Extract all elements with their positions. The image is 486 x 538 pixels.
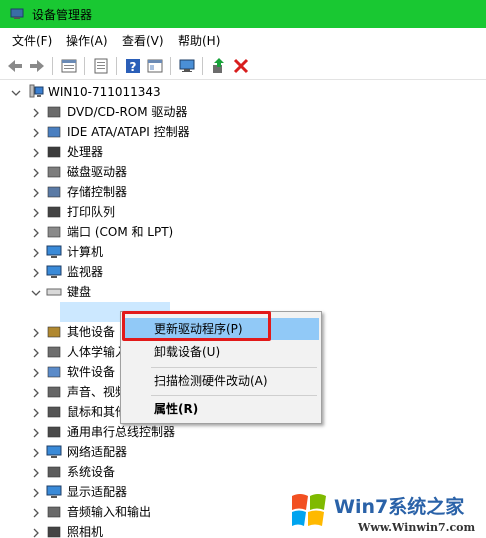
tree-category-label[interactable]: IDE ATA/ATAPI 控制器 [67, 122, 190, 142]
chevron-right-icon[interactable] [31, 468, 41, 478]
chevron-right-icon[interactable] [31, 148, 41, 158]
tree-category-label[interactable]: 音频输入和输出 [67, 502, 151, 522]
display-adapter-icon [46, 485, 62, 498]
chevron-right-icon[interactable] [31, 108, 41, 118]
tree-root-label: WIN10-711011343 [48, 85, 161, 99]
watermark-brand: Win7系统之家 [334, 495, 465, 518]
chevron-right-icon[interactable] [31, 188, 41, 198]
toolbar-separator [84, 57, 85, 75]
software-device-icon [47, 366, 61, 378]
back-arrow-icon[interactable] [6, 57, 24, 75]
other-devices-icon [47, 326, 61, 338]
network-icon [46, 445, 62, 458]
toolbar-separator [52, 57, 53, 75]
document-icon[interactable] [92, 57, 110, 75]
menu-file[interactable]: 文件(F) [12, 32, 52, 49]
chevron-right-icon[interactable] [31, 128, 41, 138]
toolbar-separator [170, 57, 171, 75]
chevron-right-icon[interactable] [31, 228, 41, 238]
computer-icon [46, 245, 62, 258]
usb-icon [47, 426, 61, 438]
chevron-right-icon[interactable] [31, 428, 41, 438]
tree-category-label[interactable]: 其他设备 [67, 322, 115, 342]
tree-category-label[interactable]: DVD/CD-ROM 驱动器 [67, 102, 187, 122]
update-driver-icon[interactable] [210, 57, 228, 75]
chevron-right-icon[interactable] [31, 528, 41, 538]
watermark-logo: Win7系统之家 Www.Winwin7.com [286, 486, 486, 538]
chevron-right-icon[interactable] [31, 248, 41, 258]
windows-flag-icon: Win7系统之家 Www.Winwin7.com [292, 494, 476, 534]
menu-bar: 文件(F) 操作(A) 查看(V) 帮助(H) [0, 28, 486, 52]
disk-drive-icon [47, 166, 61, 178]
scan-hardware-icon[interactable] [178, 57, 196, 75]
properties-icon[interactable] [60, 57, 78, 75]
chevron-right-icon[interactable] [31, 488, 41, 498]
system-device-icon [47, 466, 61, 478]
tree-category-label[interactable]: 处理器 [67, 142, 103, 162]
tree-category-label[interactable]: 磁盘驱动器 [67, 162, 127, 182]
menu-item-scan-hardware[interactable]: 扫描检测硬件改动(A) [123, 370, 319, 392]
forward-arrow-icon[interactable] [28, 57, 46, 75]
svg-text:?: ? [130, 60, 137, 74]
tree-category-label[interactable]: 系统设备 [67, 462, 115, 482]
tree-category-label[interactable]: 计算机 [67, 242, 103, 262]
mouse-icon [47, 406, 61, 418]
chevron-right-icon[interactable] [31, 328, 41, 338]
menu-help[interactable]: 帮助(H) [178, 32, 220, 49]
ide-controller-icon [47, 126, 61, 138]
chevron-right-icon[interactable] [31, 388, 41, 398]
computer-root-icon [29, 84, 44, 98]
tree-category-label[interactable]: 存储控制器 [67, 182, 127, 202]
menu-view[interactable]: 查看(V) [122, 32, 164, 49]
chevron-down-icon[interactable] [31, 288, 41, 298]
monitor-icon [46, 265, 62, 278]
hid-icon [47, 346, 61, 358]
chevron-right-icon[interactable] [31, 348, 41, 358]
storage-controller-icon [47, 186, 61, 198]
audio-io-icon [47, 506, 61, 518]
view-pane-icon[interactable] [146, 57, 164, 75]
tree-category-label[interactable]: 网络适配器 [67, 442, 127, 462]
camera-icon [47, 526, 61, 538]
audio-icon [47, 386, 61, 398]
toolbar: ? [0, 52, 486, 80]
tree-category-label[interactable]: 键盘 [67, 282, 91, 302]
chevron-right-icon[interactable] [31, 448, 41, 458]
chevron-right-icon[interactable] [31, 208, 41, 218]
tree-category-label[interactable]: 端口 (COM 和 LPT) [67, 222, 173, 242]
chevron-right-icon[interactable] [31, 508, 41, 518]
dvd-drive-icon [47, 106, 61, 118]
tree-category-label[interactable]: 照相机 [67, 522, 103, 538]
chevron-right-icon[interactable] [31, 368, 41, 378]
menu-separator [151, 367, 317, 368]
chevron-right-icon[interactable] [31, 268, 41, 278]
menu-item-uninstall-device[interactable]: 卸载设备(U) [123, 341, 319, 363]
chevron-down-icon[interactable] [11, 88, 21, 98]
menu-item-properties[interactable]: 属性(R) [123, 398, 319, 420]
window-title: 设备管理器 [32, 8, 93, 22]
title-bar: 设备管理器 [0, 0, 486, 28]
highlight-annotation-box [122, 311, 271, 341]
watermark-url: Www.Winwin7.com [357, 521, 476, 534]
chevron-right-icon[interactable] [31, 408, 41, 418]
toolbar-separator [202, 57, 203, 75]
menu-separator [151, 395, 317, 396]
printer-icon [47, 206, 61, 218]
processor-icon [47, 146, 61, 158]
uninstall-icon[interactable] [232, 57, 250, 75]
chevron-right-icon[interactable] [31, 168, 41, 178]
tree-category-label[interactable]: 监视器 [67, 262, 103, 282]
device-manager-icon [10, 8, 24, 19]
port-icon [47, 226, 61, 238]
tree-category-label[interactable]: 通用串行总线控制器 [67, 422, 175, 442]
keyboard-icon [46, 288, 62, 296]
help-icon[interactable]: ? [124, 57, 142, 75]
tree-category-label[interactable]: 打印队列 [67, 202, 115, 222]
tree-category-label[interactable]: 软件设备 [67, 362, 115, 382]
tree-category-label[interactable]: 显示适配器 [67, 482, 127, 502]
menu-action[interactable]: 操作(A) [66, 32, 108, 49]
toolbar-separator [116, 57, 117, 75]
